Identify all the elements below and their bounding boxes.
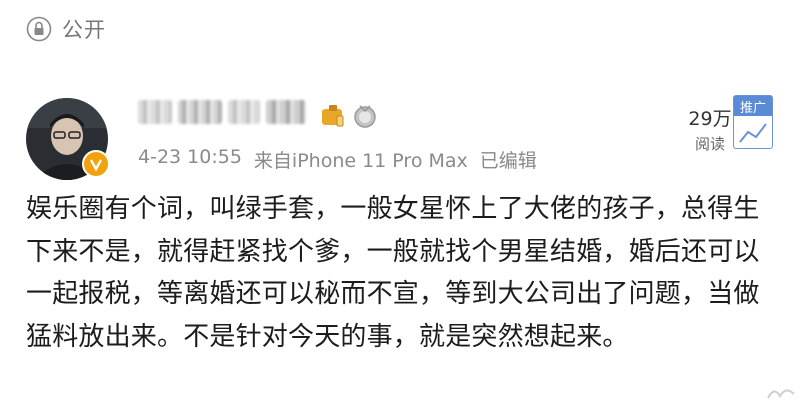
read-stats: 29万 阅读 xyxy=(680,104,740,154)
author-name-redacted[interactable] xyxy=(138,100,306,124)
promote-label: 推广 xyxy=(734,96,772,116)
read-count: 29万 xyxy=(688,108,732,130)
visibility-indicator[interactable]: 公开 xyxy=(26,14,106,44)
member-badges[interactable] xyxy=(320,103,378,133)
post-date: 4-23 10:55 xyxy=(138,146,242,168)
read-label: 阅读 xyxy=(694,135,725,153)
post-meta: 4-23 10:55 来自iPhone 11 Pro Max 已编辑 xyxy=(138,146,537,173)
corner-decoration-icon xyxy=(766,384,796,402)
post-source[interactable]: 来自iPhone 11 Pro Max xyxy=(254,146,468,173)
vip-medal-icon xyxy=(320,103,346,133)
level-badge-icon xyxy=(352,103,378,133)
post-body: 娱乐圈有个词，叫绿手套，一般女星怀上了大佬的孩子，总得生下来不是，就得赶紧找个爹… xyxy=(26,194,760,352)
lock-icon xyxy=(26,16,52,42)
verified-v-icon xyxy=(82,150,110,178)
edited-label[interactable]: 已编辑 xyxy=(480,146,537,173)
promote-button[interactable]: 推广 xyxy=(733,95,773,149)
visibility-label: 公开 xyxy=(62,18,106,42)
promote-chart-icon xyxy=(739,123,767,143)
